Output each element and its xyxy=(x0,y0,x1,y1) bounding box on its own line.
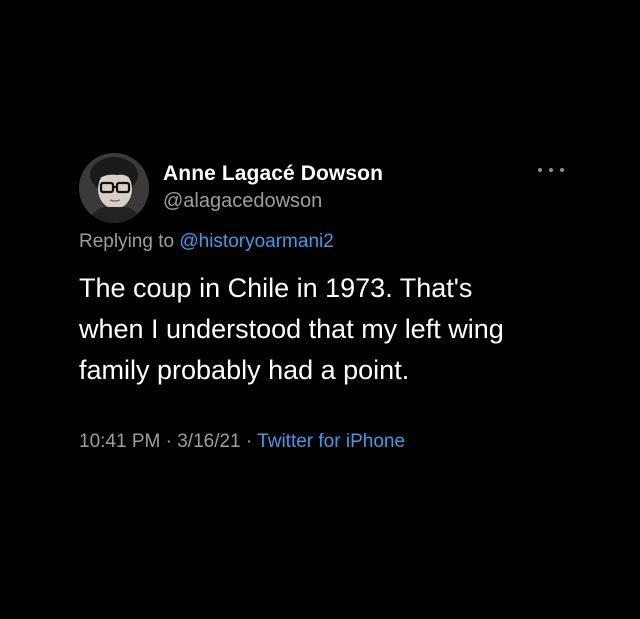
reply-prefix: Replying to xyxy=(79,231,180,252)
more-dot xyxy=(560,168,564,172)
avatar[interactable] xyxy=(79,153,149,223)
tweet-text: The coup in Chile in 1973. That's when I… xyxy=(79,268,569,391)
author-display-name[interactable]: Anne Lagacé Dowson xyxy=(163,162,383,186)
tweet-metadata: 10:41 PM · 3/16/21 · Twitter for iPhone xyxy=(79,431,405,453)
tweet-date[interactable]: 3/16/21 xyxy=(177,431,240,452)
reply-to-handle-link[interactable]: @historyoarmani2 xyxy=(179,231,333,252)
tweet-time[interactable]: 10:41 PM xyxy=(79,431,160,452)
tweet-card: Anne Lagacé Dowson @alagacedowson Replyi… xyxy=(0,0,640,619)
more-horizontal-icon[interactable] xyxy=(538,163,564,177)
meta-separator: · xyxy=(240,431,258,452)
tweet-text-line: The coup in Chile in 1973. That's xyxy=(79,273,473,303)
tweet-source-link[interactable]: Twitter for iPhone xyxy=(257,431,405,452)
meta-separator: · xyxy=(160,431,178,452)
tweet-text-line: when I understood that my left wing xyxy=(79,314,504,344)
reply-context: Replying to @historyoarmani2 xyxy=(79,231,334,253)
more-dot xyxy=(549,168,553,172)
more-dot xyxy=(538,168,542,172)
author-handle[interactable]: @alagacedowson xyxy=(163,190,322,213)
user-avatar-icon xyxy=(79,153,149,223)
tweet-text-line: family probably had a point. xyxy=(79,355,410,385)
